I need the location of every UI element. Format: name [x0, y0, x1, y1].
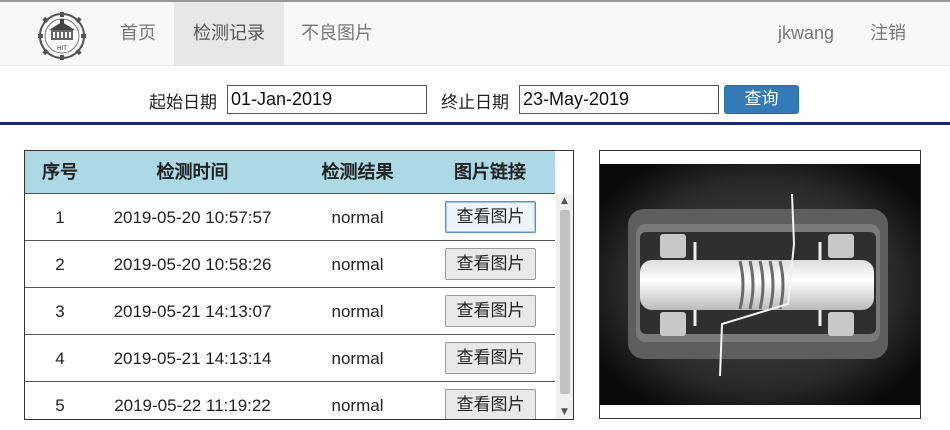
row-index: 3 — [55, 302, 65, 321]
view-image-button[interactable]: 查看图片 — [445, 342, 536, 374]
section-divider — [0, 122, 950, 125]
table-row: 4 2019-05-21 14:13:14 normal 查看图片 — [25, 335, 555, 382]
records-table: 序号 检测时间 检测结果 图片链接 1 2019-05-20 10:57:57 … — [24, 150, 574, 420]
end-date-label: 终止日期 — [441, 93, 509, 113]
end-date-input[interactable] — [519, 85, 719, 114]
scroll-thumb[interactable] — [560, 210, 570, 394]
nav-item-records[interactable]: 检测记录 — [174, 2, 284, 65]
navbar: HIT 首页 检测记录 不良图片 jkwang 注销 — [0, 2, 950, 66]
row-index: 1 — [55, 208, 65, 227]
table-row: 3 2019-05-21 14:13:07 normal 查看图片 — [25, 288, 555, 335]
table-header: 序号 检测时间 检测结果 图片链接 — [25, 151, 555, 194]
svg-text:HIT: HIT — [57, 45, 67, 52]
start-date-input[interactable] — [227, 85, 427, 114]
header-index: 序号 — [42, 162, 78, 183]
header-time: 检测时间 — [156, 162, 229, 183]
view-image-button[interactable]: 查看图片 — [445, 389, 536, 419]
row-index: 2 — [55, 255, 65, 274]
row-time: 2019-05-21 14:13:07 — [113, 302, 272, 321]
nav-item-home[interactable]: 首页 — [101, 2, 175, 65]
row-result: normal — [331, 208, 384, 227]
table-row: 1 2019-05-20 10:57:57 normal 查看图片 — [25, 194, 555, 241]
row-index: 5 — [55, 396, 65, 415]
table-row: 2 2019-05-20 10:58:26 normal 查看图片 — [25, 241, 555, 288]
header-link: 图片链接 — [454, 162, 526, 183]
scroll-up-arrow-icon[interactable]: ▲ — [556, 194, 573, 208]
query-button[interactable]: 查询 — [724, 85, 799, 114]
date-filter: 起始日期 终止日期 查询 — [0, 66, 950, 124]
row-index: 4 — [55, 349, 65, 368]
nav-logout[interactable]: 注销 — [851, 2, 925, 65]
university-seal-icon[interactable]: HIT — [34, 11, 90, 61]
scroll-down-arrow-icon[interactable]: ▼ — [556, 405, 573, 419]
row-result: normal — [331, 396, 384, 415]
row-time: 2019-05-21 14:13:14 — [113, 349, 272, 368]
row-time: 2019-05-22 11:19:22 — [114, 396, 271, 415]
row-time: 2019-05-20 10:57:57 — [113, 208, 272, 227]
row-result: normal — [331, 302, 384, 321]
table-scrollbar[interactable]: ▲ ▼ — [556, 194, 573, 419]
nav-item-defect-images[interactable]: 不良图片 — [282, 2, 392, 65]
inspection-image — [600, 164, 920, 405]
row-result: normal — [331, 255, 384, 274]
start-date-label: 起始日期 — [149, 93, 217, 113]
image-preview-panel — [599, 150, 921, 419]
view-image-button[interactable]: 查看图片 — [445, 201, 536, 233]
row-time: 2019-05-20 10:58:26 — [113, 255, 272, 274]
nav-user[interactable]: jkwang — [759, 2, 853, 65]
table-row: 5 2019-05-22 11:19:22 normal 查看图片 — [25, 382, 555, 419]
view-image-button[interactable]: 查看图片 — [445, 295, 536, 327]
view-image-button[interactable]: 查看图片 — [445, 248, 536, 280]
header-result: 检测结果 — [321, 162, 394, 183]
row-result: normal — [331, 349, 384, 368]
